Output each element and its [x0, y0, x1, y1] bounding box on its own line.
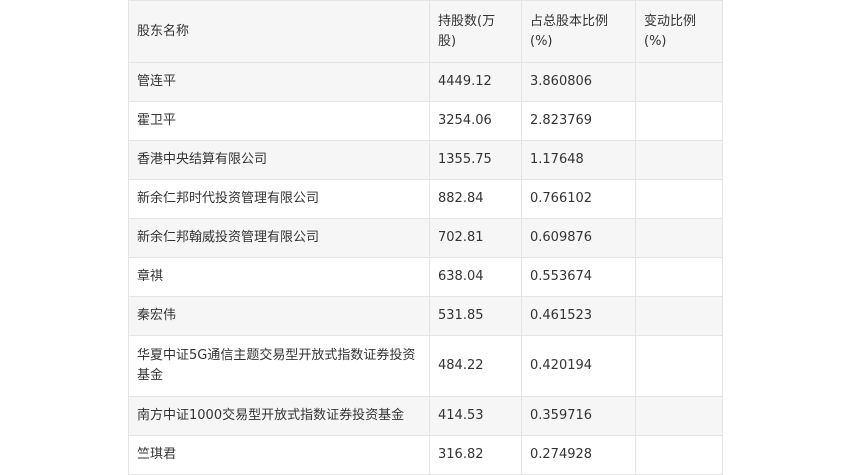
header-share-ratio: 占总股本比例(%): [521, 0, 636, 63]
cell-name: 秦宏伟: [128, 296, 430, 336]
cell-name: 华夏中证5G通信主题交易型开放式指数证券投资基金: [128, 335, 430, 397]
cell-change: [635, 179, 723, 219]
table-row: 新余仁邦翰威投资管理有限公司 702.81 0.609876: [128, 218, 723, 258]
cell-change: [635, 296, 723, 336]
cell-name: 章祺: [128, 257, 430, 297]
header-shares-held: 持股数(万股): [429, 0, 522, 63]
table-row: 华夏中证5G通信主题交易型开放式指数证券投资基金 484.22 0.420194: [128, 335, 723, 397]
cell-shares: 1355.75: [429, 140, 522, 180]
cell-shares: 414.53: [429, 396, 522, 436]
cell-name: 霍卫平: [128, 101, 430, 141]
cell-shares: 316.82: [429, 435, 522, 475]
cell-shares: 3254.06: [429, 101, 522, 141]
cell-change: [635, 101, 723, 141]
cell-shares: 702.81: [429, 218, 522, 258]
cell-ratio: 1.17648: [521, 140, 636, 180]
table-row: 竺琪君 316.82 0.274928: [128, 435, 723, 475]
table-row: 秦宏伟 531.85 0.461523: [128, 296, 723, 336]
table-row: 新余仁邦时代投资管理有限公司 882.84 0.766102: [128, 179, 723, 219]
cell-change: [635, 218, 723, 258]
table-row: 香港中央结算有限公司 1355.75 1.17648: [128, 140, 723, 180]
cell-shares: 882.84: [429, 179, 522, 219]
table-header-row: 股东名称 持股数(万股) 占总股本比例(%) 变动比例(%): [128, 0, 723, 63]
cell-name: 香港中央结算有限公司: [128, 140, 430, 180]
cell-ratio: 0.461523: [521, 296, 636, 336]
cell-ratio: 0.420194: [521, 335, 636, 397]
table-row: 章祺 638.04 0.553674: [128, 257, 723, 297]
cell-change: [635, 257, 723, 297]
cell-ratio: 0.766102: [521, 179, 636, 219]
cell-ratio: 0.609876: [521, 218, 636, 258]
cell-change: [635, 62, 723, 102]
cell-shares: 531.85: [429, 296, 522, 336]
cell-change: [635, 396, 723, 436]
header-shareholder-name: 股东名称: [128, 0, 430, 63]
cell-ratio: 0.553674: [521, 257, 636, 297]
cell-change: [635, 335, 723, 397]
cell-name: 管连平: [128, 62, 430, 102]
cell-change: [635, 435, 723, 475]
cell-shares: 638.04: [429, 257, 522, 297]
cell-ratio: 0.274928: [521, 435, 636, 475]
cell-name: 新余仁邦时代投资管理有限公司: [128, 179, 430, 219]
cell-name: 竺琪君: [128, 435, 430, 475]
cell-shares: 4449.12: [429, 62, 522, 102]
cell-change: [635, 140, 723, 180]
table-row: 霍卫平 3254.06 2.823769: [128, 101, 723, 141]
cell-name: 南方中证1000交易型开放式指数证券投资基金: [128, 396, 430, 436]
table-row: 南方中证1000交易型开放式指数证券投资基金 414.53 0.359716: [128, 396, 723, 436]
cell-ratio: 3.860806: [521, 62, 636, 102]
header-change-ratio: 变动比例(%): [635, 0, 723, 63]
cell-ratio: 2.823769: [521, 101, 636, 141]
shareholder-table: 股东名称 持股数(万股) 占总股本比例(%) 变动比例(%) 管连平 4449.…: [128, 0, 723, 475]
table-row: 管连平 4449.12 3.860806: [128, 62, 723, 102]
cell-shares: 484.22: [429, 335, 522, 397]
cell-name: 新余仁邦翰威投资管理有限公司: [128, 218, 430, 258]
shareholder-table-container: 股东名称 持股数(万股) 占总股本比例(%) 变动比例(%) 管连平 4449.…: [128, 0, 723, 475]
cell-ratio: 0.359716: [521, 396, 636, 436]
